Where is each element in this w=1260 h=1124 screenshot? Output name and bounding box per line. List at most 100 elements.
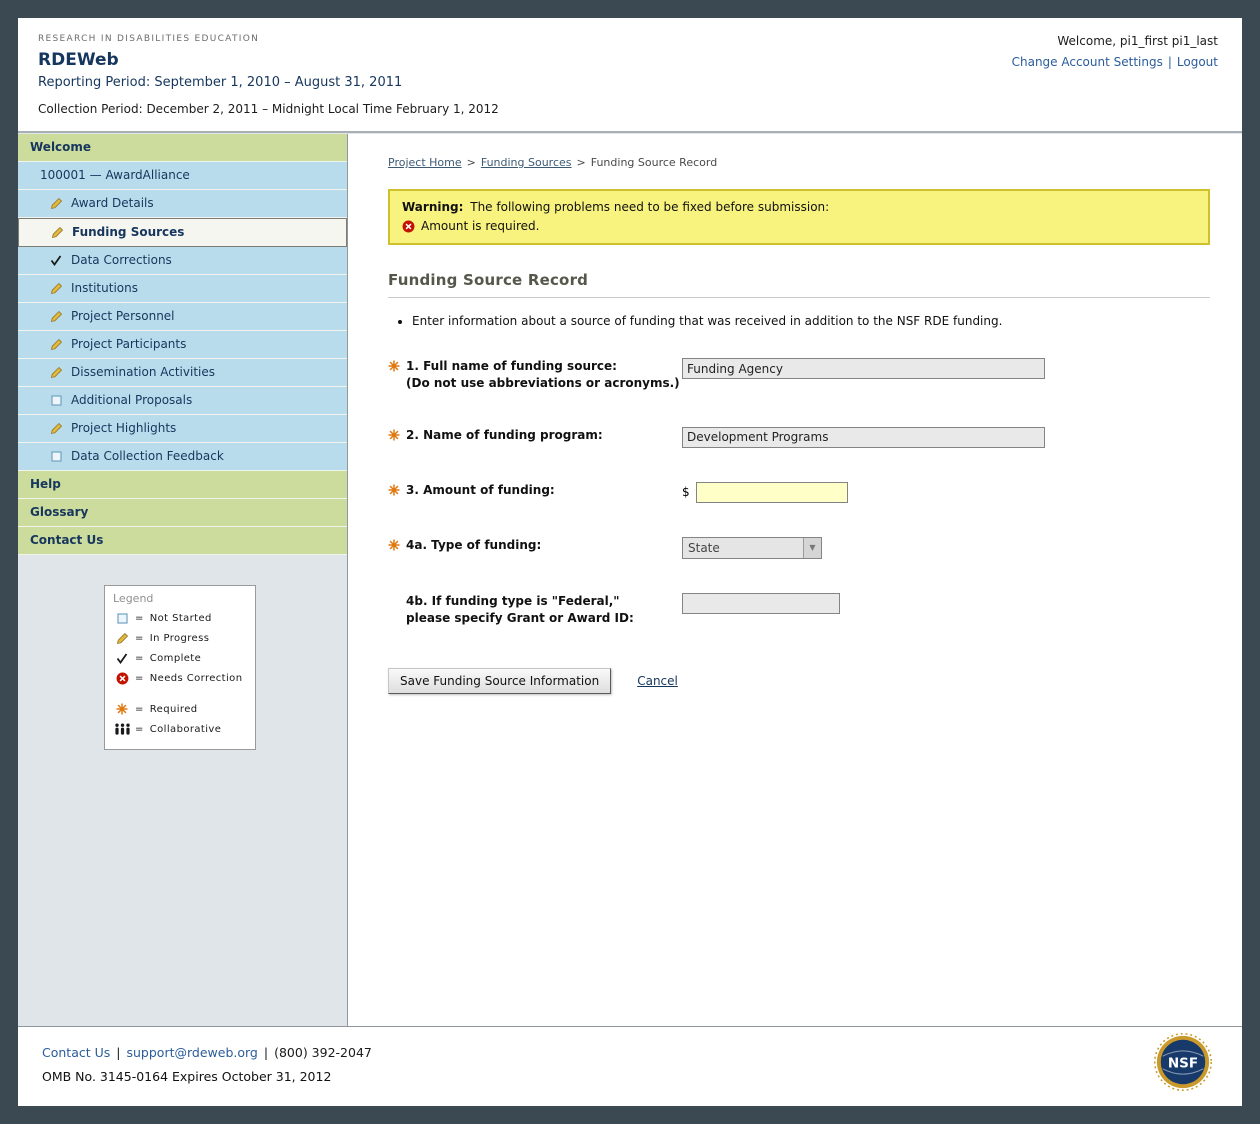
sidebar-item-label: Help <box>30 477 61 492</box>
legend-label: Not Started <box>150 613 212 624</box>
legend-label: Needs Correction <box>150 673 243 684</box>
footer: Contact Us|support@rdeweb.org|(800) 392-… <box>18 1026 1242 1106</box>
amount-label-group: 3. Amount of funding: <box>388 482 682 503</box>
legend-equals: = <box>135 653 144 664</box>
pencil-icon <box>48 282 64 295</box>
funding-program-input[interactable] <box>682 427 1045 448</box>
grant-id-label-group: 4b. If funding type is "Federal," please… <box>388 593 682 628</box>
funding-source-label: 1. Full name of funding source: <box>406 358 680 375</box>
sidebar: Welcome 100001 — AwardAlliance Award Det… <box>18 134 348 1026</box>
footer-email-link[interactable]: support@rdeweb.org <box>127 1045 258 1060</box>
sidebar-item-additional-proposals[interactable]: Additional Proposals <box>18 387 347 415</box>
sidebar-item-project-highlights[interactable]: Project Highlights <box>18 415 347 443</box>
legend-row: = Required <box>113 703 247 715</box>
form-row-grant-id: 4b. If funding type is "Federal," please… <box>388 593 1210 628</box>
logout-link[interactable]: Logout <box>1177 55 1218 69</box>
legend-equals: = <box>135 613 144 624</box>
pencil-icon <box>48 310 64 323</box>
required-asterisk-icon <box>388 427 401 448</box>
header: RESEARCH IN DISABILITIES EDUCATION RDEWe… <box>18 18 1242 131</box>
pencil-icon <box>113 632 131 645</box>
page-title: Funding Source Record <box>388 271 1210 298</box>
check-icon <box>48 255 64 266</box>
footer-contact-line: Contact Us|support@rdeweb.org|(800) 392-… <box>42 1045 1218 1060</box>
sidebar-fill: Legend = Not Started = In Progress = <box>18 555 347 1026</box>
legend-equals: = <box>135 724 144 735</box>
footer-omb-text: OMB No. 3145-0164 Expires October 31, 20… <box>42 1069 1218 1084</box>
pencil-icon <box>49 226 65 239</box>
footer-phone: (800) 392-2047 <box>274 1045 372 1060</box>
breadcrumb-separator: > <box>467 156 476 169</box>
cancel-link[interactable]: Cancel <box>637 674 678 688</box>
form-row-amount: 3. Amount of funding: $ <box>388 482 1210 503</box>
sidebar-item-funding-sources[interactable]: Funding Sources <box>18 218 347 247</box>
grant-id-label-line1: 4b. If funding type is "Federal," <box>406 593 634 610</box>
legend-row: = Collaborative <box>113 723 247 735</box>
instruction-text: Enter information about a source of fund… <box>412 314 1210 328</box>
breadcrumb-separator: > <box>577 156 586 169</box>
sidebar-item-label: Additional Proposals <box>71 393 192 408</box>
sidebar-item-label: Project Personnel <box>71 309 175 324</box>
sidebar-item-data-corrections[interactable]: Data Corrections <box>18 247 347 275</box>
form-row-funding-source: 1. Full name of funding source: (Do not … <box>388 358 1210 393</box>
funding-program-label: 2. Name of funding program: <box>406 427 603 448</box>
grant-id-input[interactable] <box>682 593 840 614</box>
sidebar-item-label: 100001 — AwardAlliance <box>40 168 190 183</box>
sidebar-item-welcome[interactable]: Welcome <box>18 134 347 162</box>
sidebar-item-label: Welcome <box>30 140 91 155</box>
sidebar-item-label: Project Highlights <box>71 421 176 436</box>
reporting-period: Reporting Period: September 1, 2010 – Au… <box>38 75 1222 90</box>
legend-label: Required <box>150 704 198 715</box>
funding-source-input[interactable] <box>682 358 1045 379</box>
breadcrumb-link-funding-sources[interactable]: Funding Sources <box>481 156 572 169</box>
sidebar-item-glossary[interactable]: Glossary <box>18 499 347 527</box>
warning-message: Warning: The following problems need to … <box>402 200 1196 214</box>
page: RESEARCH IN DISABILITIES EDUCATION RDEWe… <box>18 18 1242 1106</box>
legend-label: Complete <box>150 653 201 664</box>
sidebar-item-label: Dissemination Activities <box>71 365 215 380</box>
sidebar-item-label: Glossary <box>30 505 88 520</box>
warning-error-line: Amount is required. <box>402 219 1196 233</box>
breadcrumb-current: Funding Source Record <box>591 156 717 169</box>
nsf-logo-text: NSF <box>1168 1055 1198 1071</box>
pencil-icon <box>48 338 64 351</box>
save-funding-source-button[interactable]: Save Funding Source Information <box>388 668 611 694</box>
error-message: Amount is required. <box>421 219 539 233</box>
header-account-area: Welcome, pi1_first pi1_last Change Accou… <box>1012 34 1218 69</box>
sidebar-item-award-100001[interactable]: 100001 — AwardAlliance <box>18 162 347 190</box>
sidebar-item-award-details[interactable]: Award Details <box>18 190 347 218</box>
legend: Legend = Not Started = In Progress = <box>104 585 256 750</box>
sidebar-item-dissemination-activities[interactable]: Dissemination Activities <box>18 359 347 387</box>
body: Welcome 100001 — AwardAlliance Award Det… <box>18 134 1242 1026</box>
amount-input[interactable] <box>696 482 848 503</box>
footer-contact-us-link[interactable]: Contact Us <box>42 1045 110 1060</box>
sidebar-item-label: Data Corrections <box>71 253 172 268</box>
sidebar-item-help[interactable]: Help <box>18 471 347 499</box>
pencil-icon <box>48 366 64 379</box>
sidebar-item-institutions[interactable]: Institutions <box>18 275 347 303</box>
chevron-down-icon: ▼ <box>803 538 821 558</box>
funding-source-form: 1. Full name of funding source: (Do not … <box>388 358 1210 694</box>
pencil-icon <box>48 422 64 435</box>
form-row-funding-type: 4a. Type of funding: State ▼ <box>388 537 1210 559</box>
sidebar-item-data-collection-feedback[interactable]: Data Collection Feedback <box>18 443 347 471</box>
required-asterisk-icon <box>388 358 401 393</box>
sidebar-item-label: Project Participants <box>71 337 186 352</box>
sidebar-item-contact-us[interactable]: Contact Us <box>18 527 347 555</box>
funding-source-sublabel: (Do not use abbreviations or acronyms.) <box>406 375 680 392</box>
change-account-settings-link[interactable]: Change Account Settings <box>1012 55 1163 69</box>
funding-type-select[interactable]: State ▼ <box>682 537 822 559</box>
sidebar-item-label: Institutions <box>71 281 138 296</box>
error-icon <box>402 220 415 233</box>
funding-type-selected-value: State <box>688 541 720 555</box>
warning-title: Warning: <box>402 200 463 214</box>
link-separator: | <box>1168 55 1172 69</box>
pencil-icon <box>48 197 64 210</box>
error-icon <box>113 672 131 685</box>
sidebar-item-project-personnel[interactable]: Project Personnel <box>18 303 347 331</box>
check-icon <box>113 653 131 664</box>
grant-id-label-line2: please specify Grant or Award ID: <box>406 610 634 627</box>
sidebar-item-project-participants[interactable]: Project Participants <box>18 331 347 359</box>
required-asterisk-icon <box>388 537 401 559</box>
breadcrumb-link-project-home[interactable]: Project Home <box>388 156 462 169</box>
